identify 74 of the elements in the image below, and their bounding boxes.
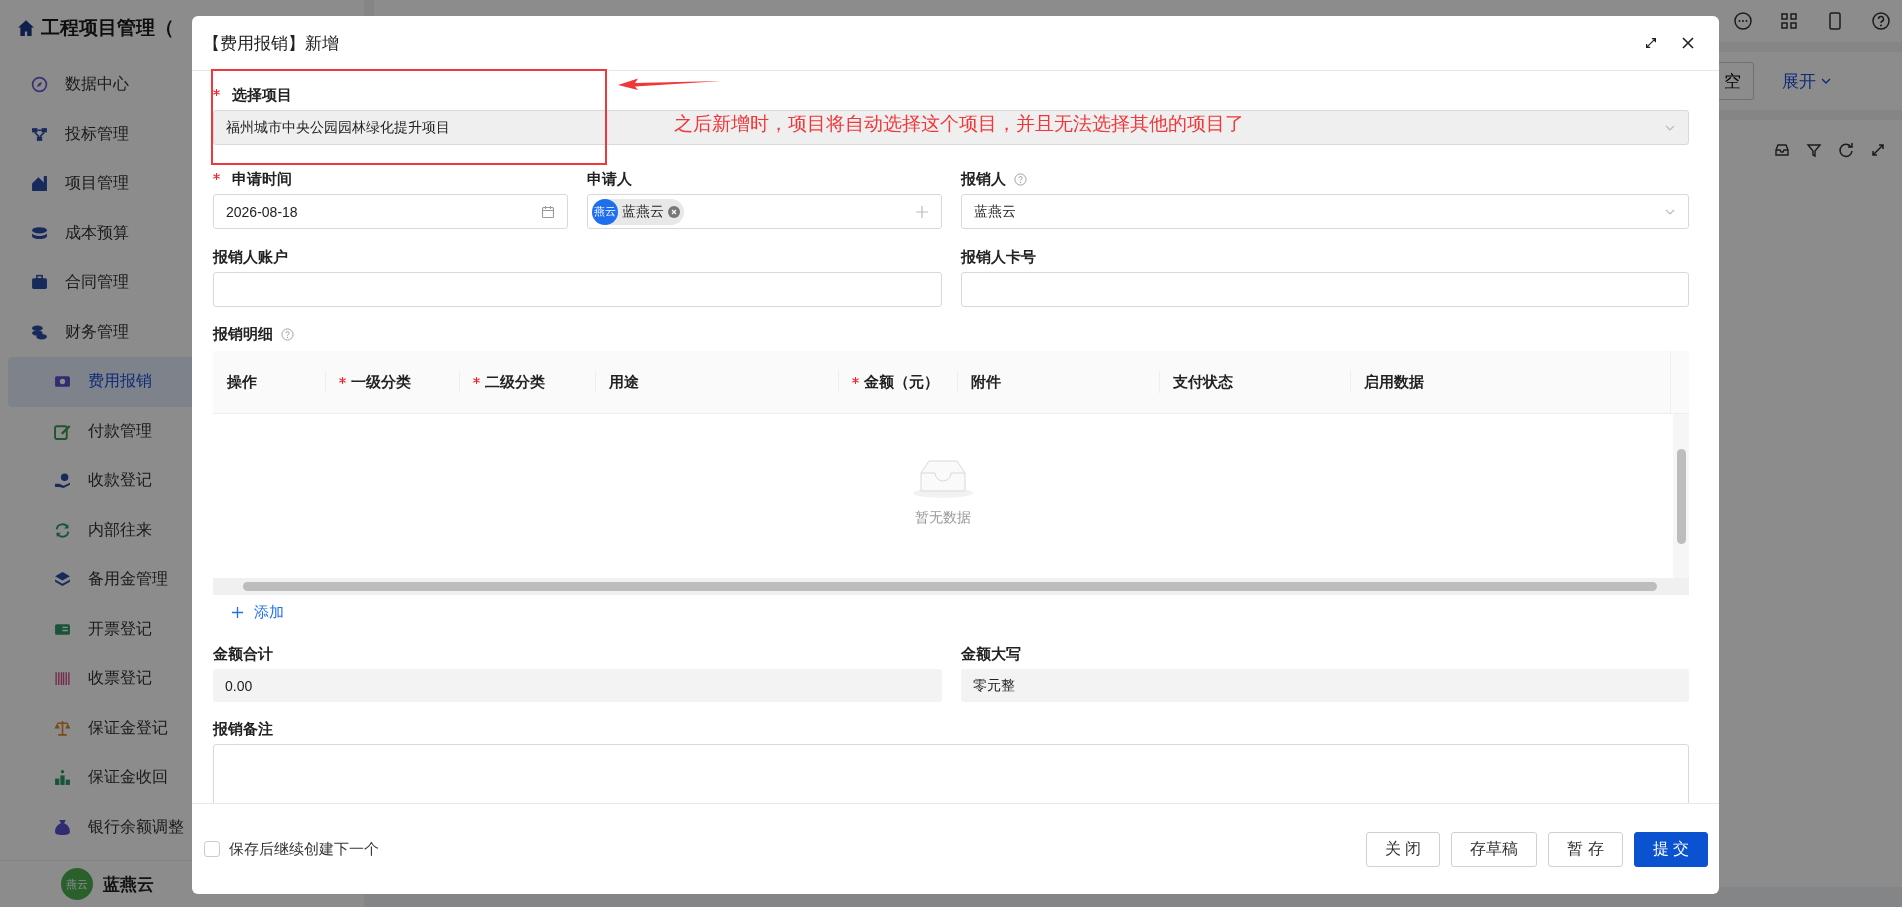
required-icon [852,377,859,384]
field-label: 申请时间 [232,169,292,189]
hand-coin-icon [54,472,71,490]
add-button[interactable]: 添加 [231,603,284,622]
plus-icon [231,606,244,619]
chat-icon[interactable] [1733,11,1753,31]
field-label: 金额合计 [213,644,273,664]
empty-text: 暂无数据 [915,509,971,527]
submit-button[interactable]: 提 交 [1633,831,1708,867]
field-label: 报销人账户 [213,247,288,267]
grid-icon[interactable] [1779,11,1799,31]
annotation-text: 之后新增时，项目将自动选择这个项目，并且无法选择其他的项目了 [674,112,1244,136]
reimburser-select[interactable]: 蓝燕云 [961,194,1689,229]
sidebar-subitem[interactable]: 付款管理 [8,406,356,456]
layers-icon [31,224,48,242]
scale-icon [54,719,71,737]
user-name: 蓝燕云 [103,873,154,896]
dialog-button[interactable]: 暂 存 [1548,831,1623,867]
column-label: 附件 [971,372,1001,392]
maximize-icon[interactable] [1644,36,1658,50]
filter-icon[interactable] [1806,142,1822,158]
edit-icon [54,422,71,440]
field-label: 选择项目 [232,85,292,105]
close-icon[interactable] [1680,35,1696,51]
layers-icon [54,571,71,589]
user-name: 蓝燕云 [622,202,664,221]
column-label: 操作 [227,372,257,392]
home-icon [17,18,35,37]
refresh-icon [54,521,71,539]
coins-icon [31,323,48,341]
podium-icon [54,769,71,787]
checkbox[interactable] [204,841,220,857]
dialog-button[interactable]: 关 闭 [1365,831,1441,867]
remove-icon[interactable] [668,205,680,218]
column-label: 金额（元） [864,372,939,392]
required-icon [473,377,480,384]
column-label: 启用数据 [1364,372,1424,392]
column-label: 支付状态 [1173,372,1233,392]
money-bag-icon [54,818,71,836]
sidebar-subitem[interactable]: 备用金管理 [8,555,356,605]
section-label: 报销明细 [213,325,273,344]
field-label: 报销人 [961,169,1006,189]
inbox-icon[interactable] [1774,142,1790,158]
help-icon[interactable] [1871,11,1891,31]
dialog-title: 【费用报销】新增 [203,32,339,55]
column-label: 用途 [609,372,639,392]
app-title: 工程项目管理（ [41,15,174,40]
scrollbar[interactable] [1673,414,1689,578]
field-label: 报销备注 [213,720,273,739]
field-label: 报销人卡号 [960,247,1036,267]
refresh-icon[interactable] [1838,142,1854,158]
sidebar-subitem[interactable]: 内部往来 [8,505,356,555]
user-avatar: 燕云 [592,198,618,225]
input-field[interactable] [213,272,942,307]
compass-icon [31,76,48,94]
column-label: 二级分类 [485,372,545,392]
scrollbar[interactable] [213,578,1689,595]
sidebar-subitem[interactable]: 收款登记 [8,456,356,506]
expand-link[interactable]: 展开 [1782,69,1832,93]
barcode-icon [54,670,71,688]
applicant-field[interactable]: 燕云 蓝燕云 [587,194,942,229]
input-field[interactable] [960,272,1689,307]
calendar-icon [541,204,555,219]
briefcase-icon [31,274,48,292]
checkbox-label: 保存后继续创建下一个 [229,839,379,859]
field-label: 金额大写 [960,644,1021,664]
dialog-button[interactable]: 存草稿 [1451,831,1538,867]
network-icon [31,125,48,143]
field-label: 申请人 [587,169,632,189]
house-icon [31,175,48,193]
required-icon [339,377,346,384]
sidebar-subitem[interactable]: 保证金收回 [8,753,356,803]
date-field[interactable]: 2026-08-18 [213,194,568,229]
fullscreen-icon[interactable] [1870,142,1886,158]
